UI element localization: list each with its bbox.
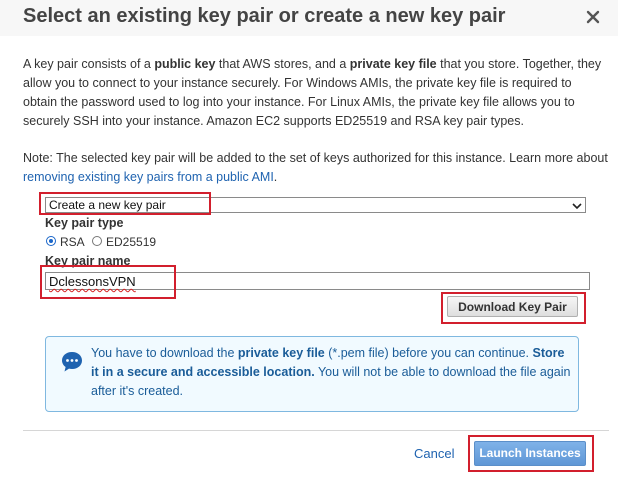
radio-ed25519-label: ED25519 <box>106 235 157 249</box>
key-pair-select-value: Create a new key pair <box>49 198 166 212</box>
radio-rsa-label: RSA <box>60 235 85 249</box>
chevron-down-icon <box>572 200 582 214</box>
chat-info-icon <box>60 350 84 374</box>
key-pair-name-input[interactable]: DclessonsVPN <box>45 272 590 290</box>
close-icon[interactable] <box>583 6 603 28</box>
download-info-alert: You have to download the private key fil… <box>45 336 579 412</box>
key-pair-select[interactable]: Create a new key pair <box>45 197 586 213</box>
footer-divider <box>23 430 609 431</box>
remove-key-pairs-link[interactable]: removing existing key pairs from a publi… <box>23 170 274 184</box>
key-pair-type-label: Key pair type <box>45 216 124 230</box>
private-key-emphasis: private key file <box>349 57 437 71</box>
radio-ed25519[interactable] <box>92 236 102 246</box>
cancel-link[interactable]: Cancel <box>414 446 454 461</box>
download-key-pair-button[interactable]: Download Key Pair <box>447 296 578 317</box>
key-pair-dialog: Select an existing key pair or create a … <box>0 0 618 491</box>
radio-rsa[interactable] <box>46 236 56 246</box>
key-pair-name-label: Key pair name <box>45 254 131 268</box>
key-pair-name-value: DclessonsVPN <box>49 274 136 289</box>
note-paragraph: Note: The selected key pair will be adde… <box>23 151 608 184</box>
intro-paragraph: A key pair consists of a public key that… <box>23 57 602 128</box>
dialog-title: Select an existing key pair or create a … <box>23 5 506 27</box>
launch-instances-button[interactable]: Launch Instances <box>474 441 586 466</box>
download-info-text: You have to download the private key fil… <box>91 346 571 398</box>
dialog-header: Select an existing key pair or create a … <box>0 0 618 36</box>
public-key-emphasis: public key <box>154 57 216 71</box>
